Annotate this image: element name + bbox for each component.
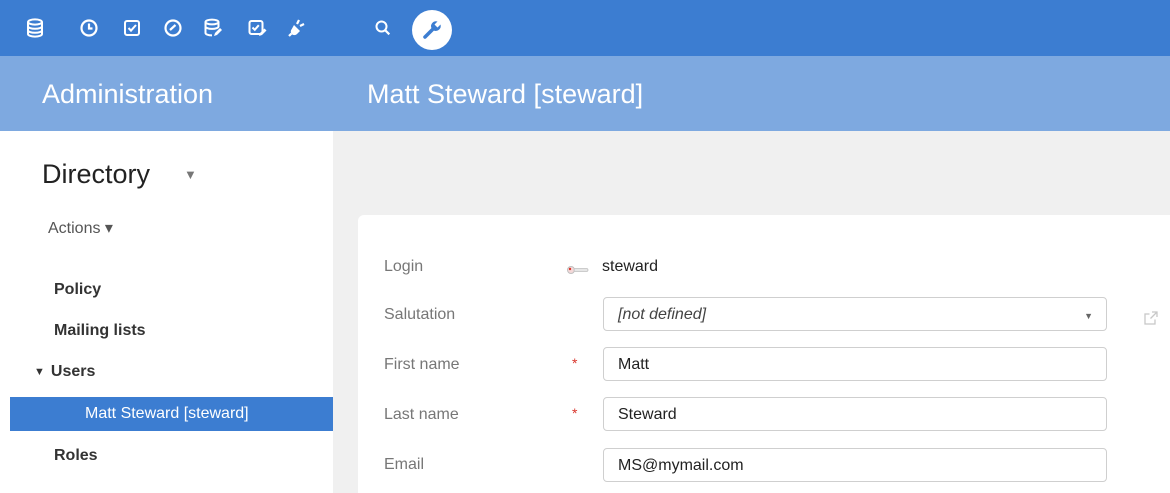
actions-menu[interactable]: Actions ▾ xyxy=(48,218,113,238)
search-icon[interactable] xyxy=(371,16,395,40)
key-icon xyxy=(566,262,590,280)
page-title: Matt Steward [steward] xyxy=(367,79,644,109)
salutation-label: Salutation xyxy=(384,306,456,323)
salutation-value: [not defined] xyxy=(618,306,707,323)
directory-title[interactable]: Directory xyxy=(42,159,150,190)
gauge-icon[interactable] xyxy=(161,16,185,40)
sidebar-item-matt-steward[interactable]: Matt Steward [steward] xyxy=(10,397,333,431)
sidebar-item-label: Matt Steward [steward] xyxy=(85,405,249,422)
sidebar-item-policy[interactable]: Policy xyxy=(54,281,101,299)
sidebar-item-roles[interactable]: Roles xyxy=(54,447,98,465)
sidebar-item-label: Policy xyxy=(54,281,102,298)
wrench-icon[interactable] xyxy=(412,10,452,50)
email-label: Email xyxy=(384,456,425,473)
checkbox-icon[interactable] xyxy=(120,16,144,40)
clock-icon[interactable] xyxy=(77,16,101,40)
sidebar-item-label: Mailing lists xyxy=(54,322,146,339)
sidebar-item-label: Roles xyxy=(54,447,98,464)
salutation-select[interactable]: [not defined] ▼ xyxy=(603,297,1107,331)
top-toolbar xyxy=(0,0,1170,56)
external-link-icon[interactable] xyxy=(1144,311,1158,330)
sidebar: Directory ▼ Actions ▾ Policy Mailing lis… xyxy=(0,131,333,493)
sidebar-item-label: Users xyxy=(50,363,96,380)
last-name-field[interactable]: Steward xyxy=(603,397,1107,431)
required-marker: * xyxy=(572,355,578,371)
first-name-label: First name xyxy=(384,356,460,373)
page-header: Administration Matt Steward [steward] xyxy=(0,56,1170,131)
database-edit-icon[interactable] xyxy=(201,16,225,40)
login-label: Login xyxy=(384,258,424,275)
chevron-down-icon[interactable]: ▼ xyxy=(184,167,197,182)
triangle-down-icon[interactable]: ▼ xyxy=(34,366,45,378)
chevron-down-icon: ▼ xyxy=(1084,311,1093,321)
checkbox-edit-icon[interactable] xyxy=(245,16,269,40)
login-value: steward xyxy=(602,258,659,275)
first-name-field[interactable]: Matt xyxy=(603,347,1107,381)
sidebar-item-mailing-lists[interactable]: Mailing lists xyxy=(54,322,146,340)
email-field[interactable]: MS@mymail.com xyxy=(603,448,1107,482)
section-title: Administration xyxy=(42,79,214,109)
sidebar-item-users[interactable]: ▼ Users xyxy=(34,363,95,381)
required-marker: * xyxy=(572,405,578,421)
plug-icon[interactable] xyxy=(285,16,309,40)
user-form-card: Login steward Salutation [not defined] ▼… xyxy=(358,215,1170,493)
last-name-label: Last name xyxy=(384,406,459,423)
main-content: Login steward Salutation [not defined] ▼… xyxy=(333,131,1170,493)
database-icon[interactable] xyxy=(23,16,47,40)
